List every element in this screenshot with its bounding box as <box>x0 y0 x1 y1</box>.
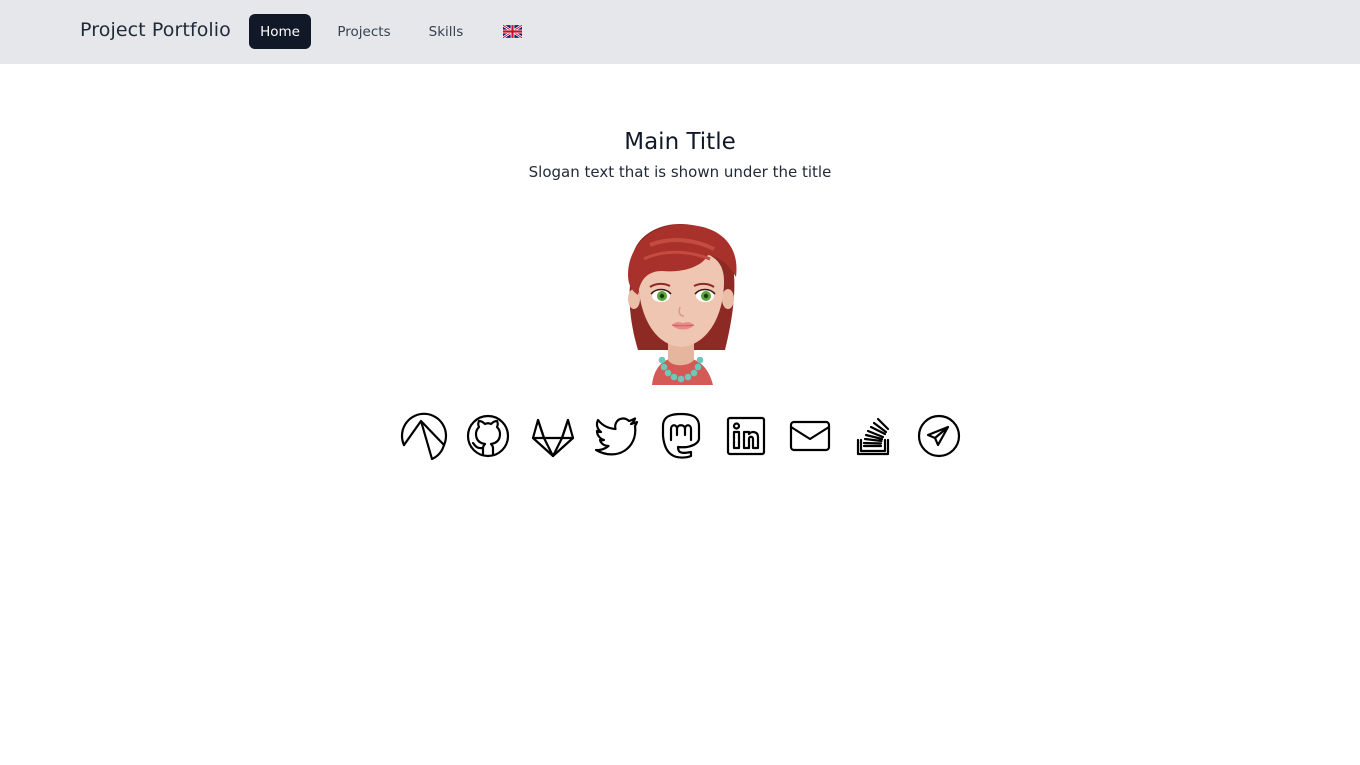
slogan: Slogan text that is shown under the titl… <box>528 163 832 181</box>
social-stackoverflow-link[interactable] <box>842 408 906 464</box>
mountain-circle-icon <box>401 412 448 460</box>
avatar <box>628 223 737 385</box>
social-github-link[interactable] <box>456 408 520 464</box>
gitlab-icon <box>531 418 574 458</box>
social-mountain-link[interactable] <box>392 408 456 464</box>
mastodon-icon <box>662 412 701 459</box>
social-linkedin-link[interactable] <box>713 408 777 464</box>
github-icon <box>467 414 510 458</box>
stackoverflow-icon <box>857 417 890 456</box>
social-telegram-link[interactable] <box>906 408 970 464</box>
social-mastodon-link[interactable] <box>649 408 713 464</box>
uk-flag-icon <box>502 25 522 38</box>
twitter-icon <box>594 417 639 456</box>
navbar: Project Portfolio Home Projects Skills <box>0 0 1360 64</box>
social-links <box>392 408 971 464</box>
nav-home[interactable]: Home <box>249 14 311 49</box>
social-email-link[interactable] <box>778 408 842 464</box>
mail-icon <box>789 420 831 452</box>
main-title: Main Title <box>624 129 736 155</box>
nav-skills[interactable]: Skills <box>416 14 476 49</box>
linkedin-icon <box>726 416 765 456</box>
social-gitlab-link[interactable] <box>521 408 585 464</box>
language-selector[interactable] <box>494 14 530 49</box>
telegram-icon <box>917 414 960 458</box>
social-twitter-link[interactable] <box>585 408 649 464</box>
brand-title[interactable]: Project Portfolio <box>80 19 231 41</box>
nav-projects[interactable]: Projects <box>326 14 402 49</box>
